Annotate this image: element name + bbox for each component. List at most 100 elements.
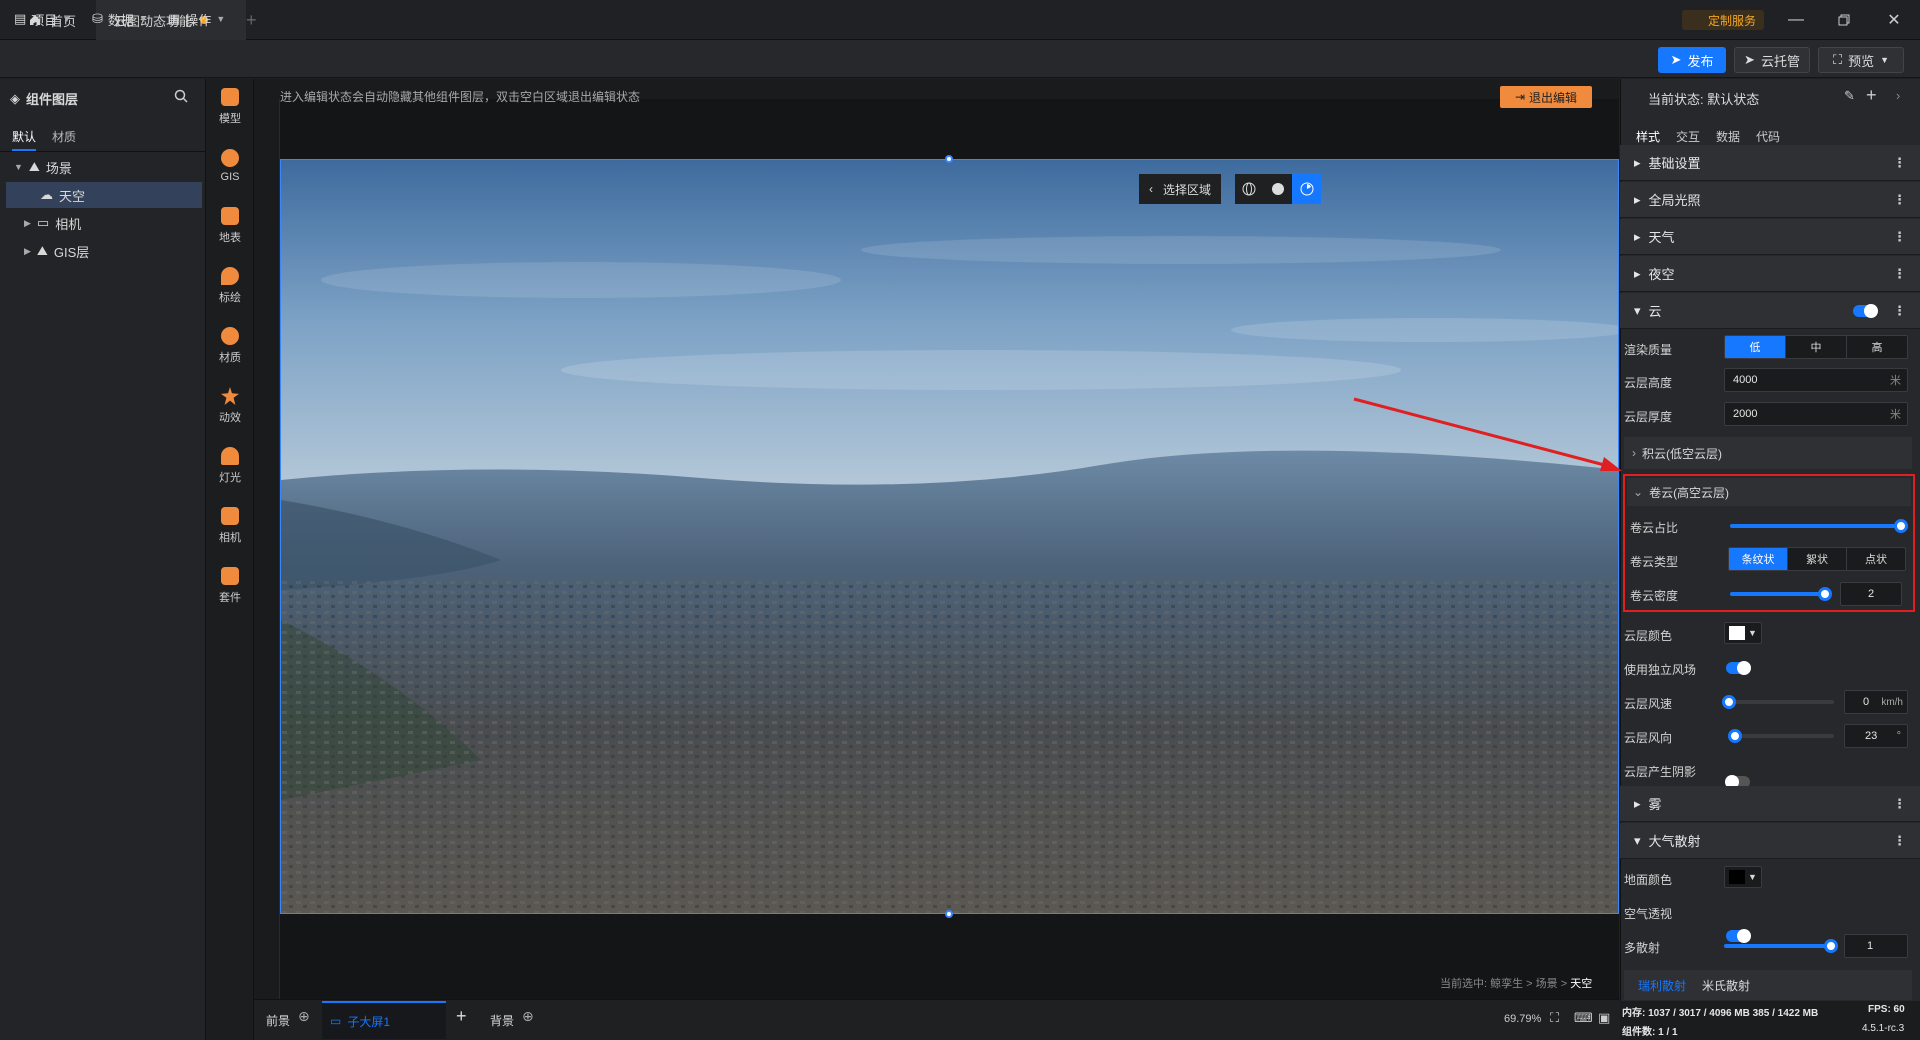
globe-icon[interactable] xyxy=(1235,174,1264,204)
tree-item-camera[interactable]: ▶ ▭ 相机 xyxy=(6,210,202,236)
cirrus-ratio-slider[interactable] xyxy=(1730,519,1908,533)
new-tab-button[interactable]: + xyxy=(246,10,257,31)
edit-icon[interactable]: ✎ xyxy=(1844,88,1855,104)
exit-edit-button[interactable]: ⇥ 退出编辑 xyxy=(1500,86,1592,108)
preview-button[interactable]: ⛶ 预览 ▼ xyxy=(1818,47,1904,73)
subtab-material[interactable]: 材质 xyxy=(52,128,76,145)
add-screen-button[interactable]: + xyxy=(456,1006,467,1027)
cirrus-group-header[interactable]: ⌄ 卷云(高空云层) xyxy=(1627,478,1911,506)
wind-direction-slider[interactable] xyxy=(1728,729,1834,743)
background-tab[interactable]: 背景 xyxy=(490,1012,514,1029)
scene-viewport[interactable]: ‹ 选择区域 xyxy=(280,159,1619,914)
ground-color-picker[interactable]: ▼ xyxy=(1724,866,1762,888)
publish-button[interactable]: ➤ 发布 xyxy=(1658,47,1726,73)
section-global-light[interactable]: ▸ 全局光照 ⋮ xyxy=(1620,182,1920,218)
type-stripe[interactable]: 条纹状 xyxy=(1729,548,1788,570)
tool-marker[interactable]: 标绘 xyxy=(206,258,254,314)
cirrus-density-slider[interactable] xyxy=(1730,587,1832,601)
tool-camera[interactable]: 相机 xyxy=(206,498,254,554)
close-icon[interactable]: ✕ xyxy=(1876,8,1912,32)
subtab-default[interactable]: 默认 xyxy=(12,128,37,151)
section-atmosphere[interactable]: ▾ 大气散射 ⋮ xyxy=(1620,823,1920,859)
tool-terrain[interactable]: 地表 xyxy=(206,198,254,254)
wind-speed-slider[interactable] xyxy=(1722,695,1834,709)
quality-low[interactable]: 低 xyxy=(1725,336,1786,358)
cloud-thickness-input[interactable]: 2000 米 xyxy=(1724,402,1908,426)
menu-operation[interactable]: ▦ 操作 ▼ xyxy=(168,9,225,29)
chevron-right-icon[interactable]: › xyxy=(1896,88,1900,103)
tab-mie[interactable]: 米氏散射 xyxy=(1702,977,1750,994)
wind-direction-input[interactable]: 23 ° xyxy=(1844,724,1908,748)
more-icon[interactable]: ⋮ xyxy=(1893,155,1906,171)
zoom-level[interactable]: 69.79% xyxy=(1504,1013,1541,1025)
quality-high[interactable]: 高 xyxy=(1847,336,1907,358)
tree-item-gis[interactable]: ▶ ⛰ GIS层 xyxy=(6,238,202,264)
tool-kit[interactable]: 套件 xyxy=(206,558,254,614)
cloud-enable-toggle[interactable] xyxy=(1853,303,1878,318)
render-quality-segmented[interactable]: 低 中 高 xyxy=(1724,335,1908,359)
slider-knob[interactable] xyxy=(1818,587,1832,601)
section-cloud[interactable]: ▾ 云 ⋮ xyxy=(1620,293,1920,329)
cirrus-type-segmented[interactable]: 条纹状 絮状 点状 xyxy=(1728,547,1906,571)
slider-knob[interactable] xyxy=(1894,519,1908,533)
add-background-icon[interactable]: ⊕ xyxy=(522,1008,534,1025)
more-icon[interactable]: ⋮ xyxy=(1893,266,1906,282)
foreground-tab[interactable]: 前景 xyxy=(266,1012,290,1029)
tool-material[interactable]: 材质 xyxy=(206,318,254,374)
cloud-height-input[interactable]: 4000 米 xyxy=(1724,368,1908,392)
slider-knob[interactable] xyxy=(1824,939,1838,953)
minimize-icon[interactable]: — xyxy=(1778,8,1814,32)
cirrus-density-input[interactable]: 2 xyxy=(1840,582,1902,606)
restore-icon[interactable] xyxy=(1826,8,1862,32)
type-dotted[interactable]: 点状 xyxy=(1847,548,1905,570)
fit-screen-icon[interactable]: ⛶ xyxy=(1550,1010,1559,1026)
section-basic[interactable]: ▸ 基础设置 ⋮ xyxy=(1620,145,1920,181)
more-icon[interactable]: ⋮ xyxy=(1893,229,1906,245)
tab-data[interactable]: 数据 xyxy=(1716,128,1740,145)
more-icon[interactable]: ⋮ xyxy=(1893,192,1906,208)
tab-interaction[interactable]: 交互 xyxy=(1676,128,1700,145)
aerial-perspective-toggle[interactable] xyxy=(1726,929,1751,943)
slider-knob[interactable] xyxy=(1722,695,1736,709)
resize-handle[interactable] xyxy=(945,155,953,163)
keyboard-icon[interactable]: ⌨ xyxy=(1574,1010,1593,1026)
section-weather[interactable]: ▸ 天气 ⋮ xyxy=(1620,219,1920,255)
more-icon[interactable]: ⋮ xyxy=(1893,796,1906,812)
tool-effect[interactable]: 动效 xyxy=(206,378,254,434)
tool-gis[interactable]: GIS xyxy=(206,138,254,194)
multi-scatter-input[interactable]: 1 xyxy=(1844,934,1908,958)
add-state-icon[interactable]: + xyxy=(1866,85,1877,106)
section-fog[interactable]: ▸ 雾 ⋮ xyxy=(1620,786,1920,822)
tab-rayleigh[interactable]: 瑞利散射 xyxy=(1638,977,1686,994)
quality-medium[interactable]: 中 xyxy=(1786,336,1847,358)
type-flocculent[interactable]: 絮状 xyxy=(1788,548,1847,570)
select-region-control[interactable]: ‹ 选择区域 xyxy=(1139,174,1221,204)
compass-icon[interactable] xyxy=(1292,174,1322,204)
independent-wind-toggle[interactable] xyxy=(1726,661,1751,675)
cumulus-group-header[interactable]: › 积云(低空云层) xyxy=(1624,437,1912,469)
menu-project[interactable]: ▤ 项目 ▼ xyxy=(14,9,71,29)
tool-model[interactable]: 模型 xyxy=(206,79,254,135)
more-icon[interactable]: ⋮ xyxy=(1893,303,1906,319)
custom-service-button[interactable]: 定制服务 xyxy=(1682,10,1765,30)
selection-breadcrumb: 当前选中: 鲸孪生 > 场景 > 天空 xyxy=(1440,975,1592,991)
cloud-hosting-button[interactable]: ➤ 云托管 xyxy=(1734,47,1810,73)
more-icon[interactable]: ⋮ xyxy=(1893,833,1906,849)
tree-item-sky[interactable]: ☁ 天空 xyxy=(6,182,202,208)
tool-light[interactable]: 灯光 xyxy=(206,438,254,494)
chevron-down-icon: ▾ xyxy=(1634,832,1641,848)
menu-data[interactable]: ⛁ 数据 ▼ xyxy=(92,9,148,29)
screen-tab-1[interactable]: ▭ 子大屏1 xyxy=(322,1001,446,1039)
wind-speed-input[interactable]: 0 km/h xyxy=(1844,690,1908,714)
tab-code[interactable]: 代码 xyxy=(1756,128,1780,145)
slider-knob[interactable] xyxy=(1728,729,1742,743)
multi-scatter-slider[interactable] xyxy=(1724,939,1838,953)
search-icon[interactable] xyxy=(174,89,188,103)
console-icon[interactable]: ▣ xyxy=(1598,1010,1610,1026)
sphere-icon[interactable] xyxy=(1264,174,1293,204)
section-night-sky[interactable]: ▸ 夜空 ⋮ xyxy=(1620,256,1920,292)
resize-handle[interactable] xyxy=(945,910,953,918)
cloud-color-picker[interactable]: ▼ xyxy=(1724,622,1762,644)
tree-item-scene[interactable]: ▼ ⛰ 场景 xyxy=(6,154,202,180)
add-foreground-icon[interactable]: ⊕ xyxy=(298,1008,310,1025)
